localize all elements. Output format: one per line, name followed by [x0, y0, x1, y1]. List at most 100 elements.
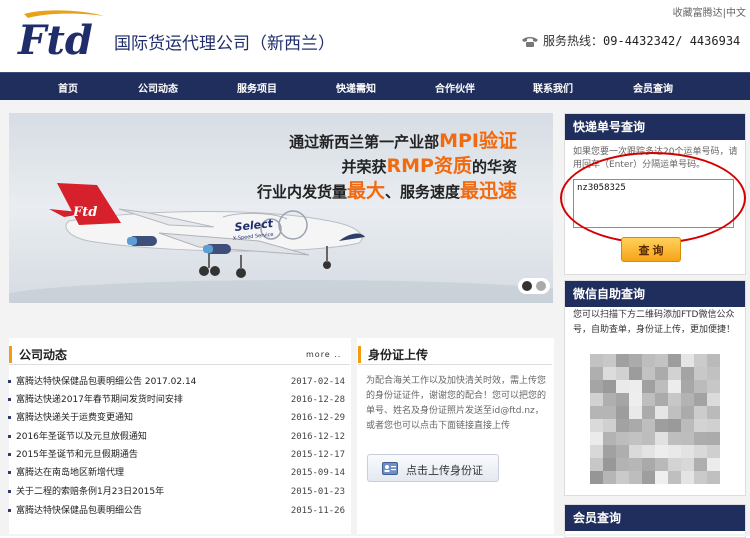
nav-partners[interactable]: 合作伙伴 [435, 80, 475, 95]
qr-block [707, 393, 720, 406]
qr-block [629, 458, 642, 471]
hotline: 服务热线：09-4432342/ 4436934 [521, 32, 740, 49]
qr-block [590, 471, 603, 484]
news-more-link[interactable]: more .. [306, 350, 341, 359]
qr-block [616, 406, 629, 419]
qr-block [694, 406, 707, 419]
bookmark-link[interactable]: 收藏富腾达 [673, 8, 723, 19]
qr-block [681, 393, 694, 406]
qr-block [590, 354, 603, 367]
qr-block [707, 380, 720, 393]
news-item[interactable]: 富腾达快递2017年春节期间发货时间安排 2016-12-28 [8, 391, 345, 409]
qr-block [603, 432, 616, 445]
qr-block [616, 380, 629, 393]
slogan-line-3: 行业内发货量最大、服务速度最迅速 [256, 180, 517, 202]
qr-block [642, 393, 655, 406]
qr-block [616, 419, 629, 432]
news-divider [9, 364, 350, 365]
qr-block [681, 380, 694, 393]
nav-news[interactable]: 公司动态 [138, 80, 178, 95]
qr-block [642, 471, 655, 484]
upload-id-button[interactable]: 点击上传身份证 [367, 454, 499, 482]
slogan-line-2: 并荣获RMP资质的华资 [341, 155, 518, 177]
qr-block [590, 367, 603, 380]
slide-dot[interactable] [536, 281, 546, 291]
language-link[interactable]: 中文 [726, 8, 746, 19]
qr-block [668, 393, 681, 406]
qr-block [642, 406, 655, 419]
tail-logo-text: Ftd [72, 205, 97, 220]
slide-dot-active[interactable] [522, 281, 532, 291]
logo-text: Ftd [17, 17, 93, 60]
qr-block [629, 367, 642, 380]
qr-block [590, 380, 603, 393]
qr-block [603, 458, 616, 471]
qr-block [629, 380, 642, 393]
qr-block [707, 367, 720, 380]
qr-block [642, 380, 655, 393]
news-item[interactable]: 富腾达快递关于运费变更通知 2016-12-29 [8, 409, 345, 427]
tracking-hint: 如果您要一次跟踪多达20个运单号码，请用回车（Enter）分隔运单号码。 [573, 147, 738, 170]
hero-banner[interactable]: Ftd Select X-Speed Service 通过新西兰第一产业部MPI… [9, 113, 553, 303]
ftd-logo[interactable]: Ftd [14, 8, 106, 60]
qr-block [603, 445, 616, 458]
query-button[interactable]: 查 询 [621, 237, 681, 262]
qr-block [655, 432, 668, 445]
qr-block [655, 406, 668, 419]
news-item[interactable]: 富腾达在南岛地区新增代理 2015-09-14 [8, 464, 345, 482]
qr-block [642, 419, 655, 432]
qr-block [668, 471, 681, 484]
qr-block [603, 367, 616, 380]
news-item[interactable]: 2016年圣诞节以及元旦放假通知 2016-12-12 [8, 428, 345, 446]
tracking-title: 快递单号查询 [565, 114, 745, 140]
bullet [8, 380, 11, 383]
wechat-text: 您可以扫描下方二维码添加FTD微信公众号，自助查单，身份证上传，更加便捷！ [573, 310, 736, 335]
nav-contact[interactable]: 联系我们 [533, 80, 573, 95]
news-item[interactable]: 关于二程的索赔条例1月23日2015年 2015-01-23 [8, 483, 345, 501]
qr-block [603, 380, 616, 393]
nav-member-query[interactable]: 会员查询 [633, 80, 673, 95]
qr-block [694, 380, 707, 393]
qr-block [681, 406, 694, 419]
qr-block [694, 393, 707, 406]
qr-block [668, 406, 681, 419]
news-item[interactable]: 富腾达特快保健品包裹明细公告 2015-11-26 [8, 502, 345, 520]
nav-home[interactable]: 首页 [58, 80, 78, 95]
qr-block [603, 419, 616, 432]
qr-block [694, 445, 707, 458]
qr-block [629, 393, 642, 406]
banner-slogan: 通过新西兰第一产业部MPI验证 并荣获RMP资质的华资 行业内发货量最大、服务速… [257, 129, 517, 204]
nav-express-notice[interactable]: 快递需知 [336, 80, 376, 95]
qr-block [668, 445, 681, 458]
news-item[interactable]: 富腾达特快保健品包裹明细公告 2017.02.14 2017-02-14 [8, 373, 345, 391]
qr-block [616, 393, 629, 406]
tracking-number-input[interactable]: nz3058325 [573, 179, 734, 228]
id-upload-text: 为配合海关工作以及加快清关时效，需上传您的身份证证件，谢谢您的配合！您可以把您的… [366, 376, 547, 431]
qr-block [590, 432, 603, 445]
company-name: 国际货运代理公司（新西兰） [114, 34, 335, 54]
qr-block [629, 354, 642, 367]
qr-block [707, 354, 720, 367]
slogan-line-1: 通过新西兰第一产业部MPI验证 [289, 130, 517, 152]
qr-block [655, 367, 668, 380]
qr-block [590, 458, 603, 471]
qr-block [642, 354, 655, 367]
news-item[interactable]: 2015年圣诞节和元旦假期通告 2015-12-17 [8, 446, 345, 464]
qr-block [616, 445, 629, 458]
qr-block [694, 354, 707, 367]
qr-block [707, 432, 720, 445]
bullet [8, 471, 11, 474]
qr-block [603, 354, 616, 367]
nav-services[interactable]: 服务项目 [237, 80, 277, 95]
qr-block [694, 367, 707, 380]
news-title: 公司动态 [9, 346, 67, 363]
qr-block [655, 354, 668, 367]
qr-block [681, 471, 694, 484]
qr-block [681, 419, 694, 432]
bullet [8, 490, 11, 493]
top-links: 收藏富腾达|中文 [673, 4, 746, 19]
qr-block [655, 471, 668, 484]
wechat-title: 微信自助查询 [565, 281, 745, 307]
bullet [8, 509, 11, 512]
member-panel: 会员查询 [564, 504, 746, 538]
